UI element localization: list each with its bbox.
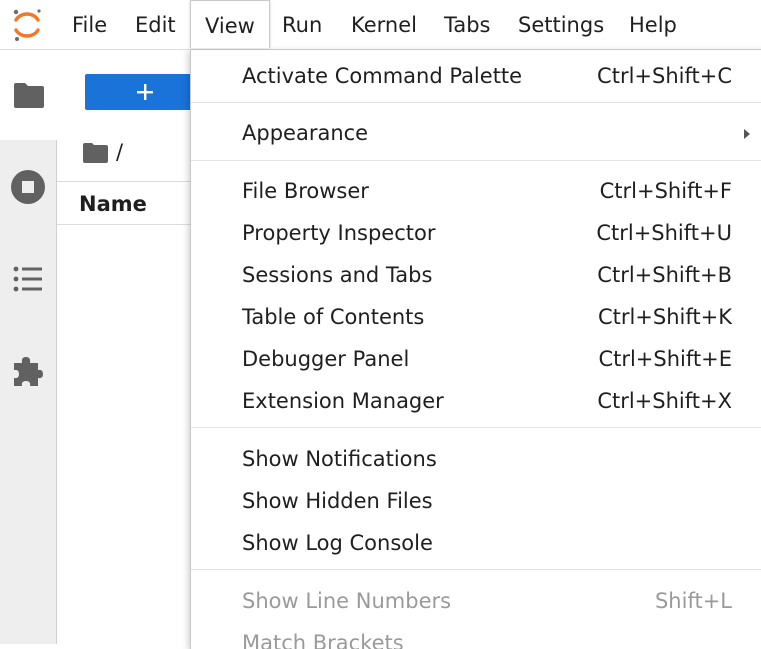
menu-item-label: Sessions and Tabs <box>242 263 433 287</box>
menu-item-extension-manager[interactable]: Extension Manager Ctrl+Shift+X <box>191 380 761 422</box>
menu-item-label: Activate Command Palette <box>242 64 523 88</box>
name-column-header[interactable]: Name <box>57 181 197 225</box>
menu-item-shortcut: Ctrl+Shift+C <box>597 64 732 88</box>
menu-item-label: Debugger Panel <box>242 347 410 371</box>
menu-item-show-log-console[interactable]: Show Log Console <box>191 522 761 564</box>
file-browser-panel: / Name <box>57 50 205 644</box>
plus-icon <box>137 84 153 100</box>
menu-item-label: Appearance <box>242 121 369 145</box>
menu-item-label: Match Brackets <box>242 631 404 649</box>
menu-item-debugger-panel[interactable]: Debugger Panel Ctrl+Shift+E <box>191 338 761 380</box>
new-launcher-button[interactable] <box>85 74 205 110</box>
menu-item-sessions-and-tabs[interactable]: Sessions and Tabs Ctrl+Shift+B <box>191 254 761 296</box>
breadcrumb: / <box>83 138 123 166</box>
table-of-contents-tab[interactable] <box>0 234 56 324</box>
submenu-arrow-icon <box>744 129 750 139</box>
jupyter-logo-icon[interactable] <box>8 6 46 44</box>
menu-item-shortcut: Ctrl+Shift+K <box>597 305 732 329</box>
menu-separator <box>191 160 761 161</box>
menu-item-table-of-contents[interactable]: Table of Contents Ctrl+Shift+K <box>191 296 761 338</box>
menu-view[interactable]: View <box>190 0 270 48</box>
menu-item-label: File Browser <box>242 179 369 203</box>
activity-bar <box>0 50 57 644</box>
menu-separator <box>191 427 761 428</box>
menu-item-property-inspector[interactable]: Property Inspector Ctrl+Shift+U <box>191 212 761 254</box>
menu-item-show-line-numbers[interactable]: Show Line Numbers Shift+L <box>191 580 761 622</box>
menu-item-label: Show Line Numbers <box>242 589 452 613</box>
breadcrumb-path[interactable]: / <box>116 140 123 164</box>
stop-circle-icon <box>11 170 45 204</box>
menu-item-match-brackets[interactable]: Match Brackets <box>191 622 761 649</box>
menu-item-label: Table of Contents <box>242 305 425 329</box>
menu-item-file-browser[interactable]: File Browser Ctrl+Shift+F <box>191 170 761 212</box>
menu-item-show-hidden-files[interactable]: Show Hidden Files <box>191 480 761 522</box>
home-folder-icon[interactable] <box>83 142 108 163</box>
menu-item-shortcut: Ctrl+Shift+X <box>597 389 732 413</box>
menu-item-label: Show Notifications <box>242 447 437 471</box>
menu-tabs[interactable]: Tabs <box>430 0 505 50</box>
menu-item-shortcut: Ctrl+Shift+U <box>596 221 732 245</box>
menu-file[interactable]: File <box>58 0 121 50</box>
puzzle-icon <box>14 357 43 386</box>
running-sessions-tab[interactable] <box>0 142 56 232</box>
menu-item-label: Extension Manager <box>242 389 444 413</box>
menu-item-label: Show Hidden Files <box>242 489 433 513</box>
menu-item-shortcut: Shift+L <box>654 589 732 613</box>
file-browser-tab[interactable] <box>0 50 57 140</box>
menu-item-label: Property Inspector <box>242 221 436 245</box>
menu-item-activate-command-palette[interactable]: Activate Command Palette Ctrl+Shift+C <box>191 55 761 97</box>
menu-edit[interactable]: Edit <box>121 0 190 50</box>
menu-separator <box>191 102 761 103</box>
menu-item-appearance[interactable]: Appearance <box>191 112 761 154</box>
menu-item-shortcut: Ctrl+Shift+F <box>599 179 732 203</box>
list-icon <box>13 266 42 292</box>
menu-item-show-notifications[interactable]: Show Notifications <box>191 438 761 480</box>
menu-help[interactable]: Help <box>615 0 691 50</box>
folder-icon <box>13 83 44 108</box>
menu-separator <box>191 569 761 570</box>
view-menu-dropdown: Activate Command Palette Ctrl+Shift+C Ap… <box>190 49 761 649</box>
menu-item-shortcut: Ctrl+Shift+E <box>598 347 732 371</box>
extension-manager-tab[interactable] <box>0 326 56 416</box>
menu-kernel[interactable]: Kernel <box>337 0 431 50</box>
menu-item-label: Show Log Console <box>242 531 433 555</box>
menu-run[interactable]: Run <box>268 0 336 50</box>
menu-item-shortcut: Ctrl+Shift+B <box>597 263 732 287</box>
menu-bar: File Edit View Run Kernel Tabs Settings … <box>0 0 761 50</box>
menu-settings[interactable]: Settings <box>504 0 618 50</box>
